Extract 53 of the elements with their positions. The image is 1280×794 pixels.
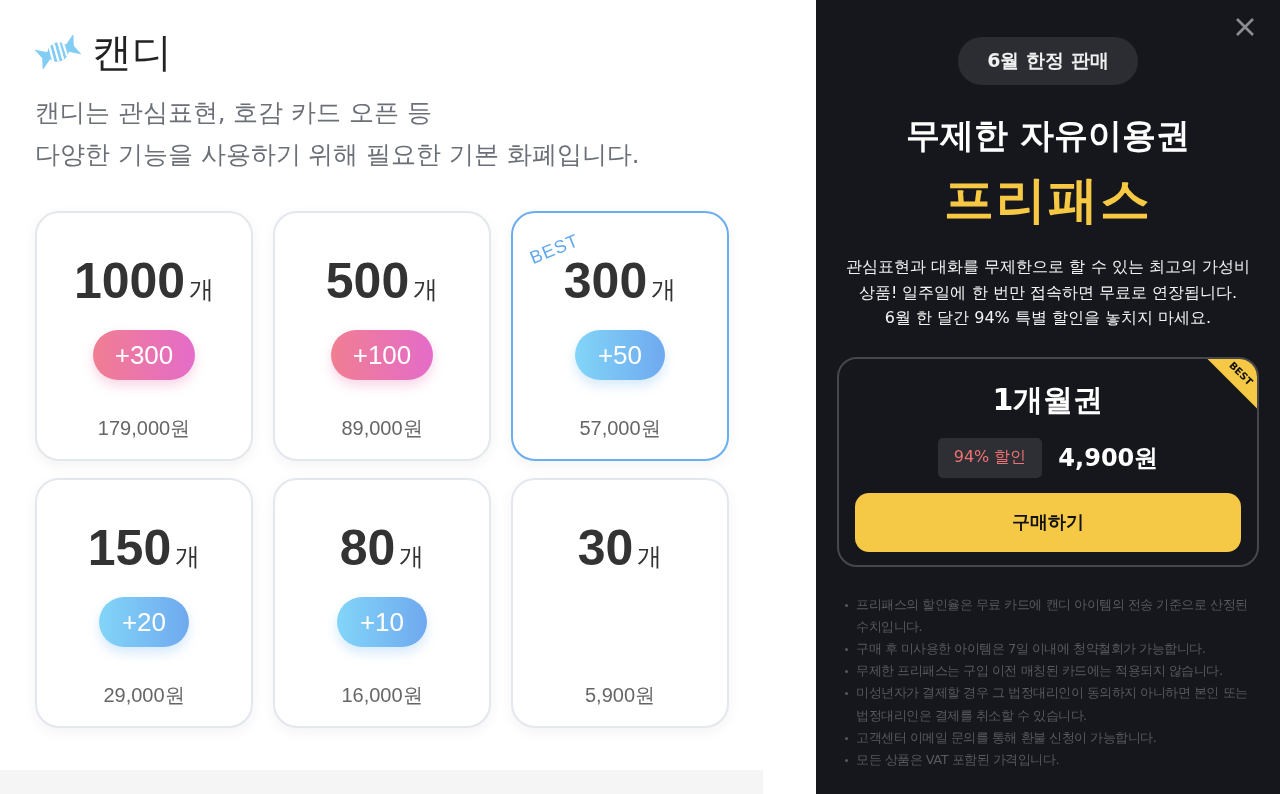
note-text: 고객센터 이메일 문의를 통해 환불 신청이 가능합니다.: [856, 728, 1157, 747]
close-icon[interactable]: [1235, 17, 1255, 37]
note-text: 무제한 프리패스는 구입 이전 매칭된 카드에는 적용되지 않습니다.: [856, 662, 1223, 681]
description-text: 캔디는 관심표현, 호감 카드 오픈 등 다양한 기능을 사용하기 위해 필요한 기본 화폐입니다.: [35, 97, 641, 171]
plan-name: 1개월권: [992, 380, 1104, 419]
promo-description: 관심표현과 대화를 무제한으로 할 수 있는 최고의 가성비 상품! 일주일에 한 번만 접속하면 무료로 연장됩니다. 6월 한 달간 94% 특별 할인을 놓치지 마세요.: [846, 256, 1250, 329]
bullet-icon: [845, 603, 848, 607]
page-title: 캔디: [92, 29, 172, 75]
bonus-badge: +100: [330, 330, 434, 380]
unit-label: 개: [189, 274, 215, 306]
bonus-badge: +20: [99, 597, 189, 647]
price-text: 29,000원: [103, 683, 185, 708]
package-card[interactable]: 500 개 +100 89,000원: [273, 211, 491, 461]
bullet-icon: [845, 670, 848, 674]
sale-tag: 6월 한정 판매: [958, 37, 1138, 85]
candy-icon: [35, 35, 81, 69]
unit-label: 개: [175, 541, 201, 573]
price-text: 89,000원: [341, 416, 423, 441]
plan-price: 4,900원: [1058, 442, 1159, 474]
bonus-badge: +10: [337, 597, 427, 647]
buy-button[interactable]: 구매하기: [855, 492, 1241, 552]
unit-label: 개: [413, 274, 439, 306]
bullet-icon: [845, 647, 848, 651]
package-card[interactable]: 80 개 +10 16,000원: [273, 478, 491, 728]
product-name: 프리패스: [944, 170, 1152, 230]
package-card[interactable]: BEST 300 개 +50 57,000원: [511, 211, 729, 461]
price-text: 5,900원: [584, 683, 656, 708]
note-text: 프리패스의 할인율은 무료 카드에 캔디 아이템의 전송 기준으로 산정된 수치입니다.: [856, 595, 1249, 636]
bullet-icon: [845, 758, 848, 762]
promo-title: 무제한 자유이용권: [906, 114, 1190, 157]
candy-count: 1000: [73, 253, 186, 309]
price-text: 57,000원: [579, 416, 661, 441]
candy-count: 150: [87, 520, 172, 576]
note-text: 모든 상품은 VAT 포함된 가격입니다.: [856, 750, 1060, 769]
candy-count: 30: [577, 520, 634, 576]
candy-count: 80: [339, 520, 396, 576]
bonus-badge: +300: [92, 330, 196, 380]
bonus-badge: +50: [575, 330, 665, 380]
bullet-icon: [845, 736, 848, 740]
price-text: 179,000원: [97, 416, 191, 441]
package-card[interactable]: 150 개 +20 29,000원: [35, 478, 253, 728]
note-text: 구매 후 미사용한 아이템은 7일 이내에 청약철회가 가능합니다.: [856, 639, 1206, 658]
discount-badge: 94% 할인: [937, 437, 1043, 478]
package-card[interactable]: 1000 개 +300 179,000원: [35, 211, 253, 461]
note-text: 미성년자가 결제할 경우 그 법정대리인이 동의하지 아니하면 본인 또는 법정대리인은 결제를 취소할 수 있습니다.: [856, 684, 1249, 725]
candy-count: 300: [563, 253, 648, 309]
bullet-icon: [845, 692, 848, 696]
unit-label: 개: [637, 541, 663, 573]
unit-label: 개: [399, 541, 425, 573]
unit-label: 개: [651, 274, 677, 306]
price-text: 16,000원: [341, 683, 423, 708]
package-card[interactable]: 30 개 5,900원: [511, 478, 729, 728]
candy-count: 500: [325, 253, 410, 309]
